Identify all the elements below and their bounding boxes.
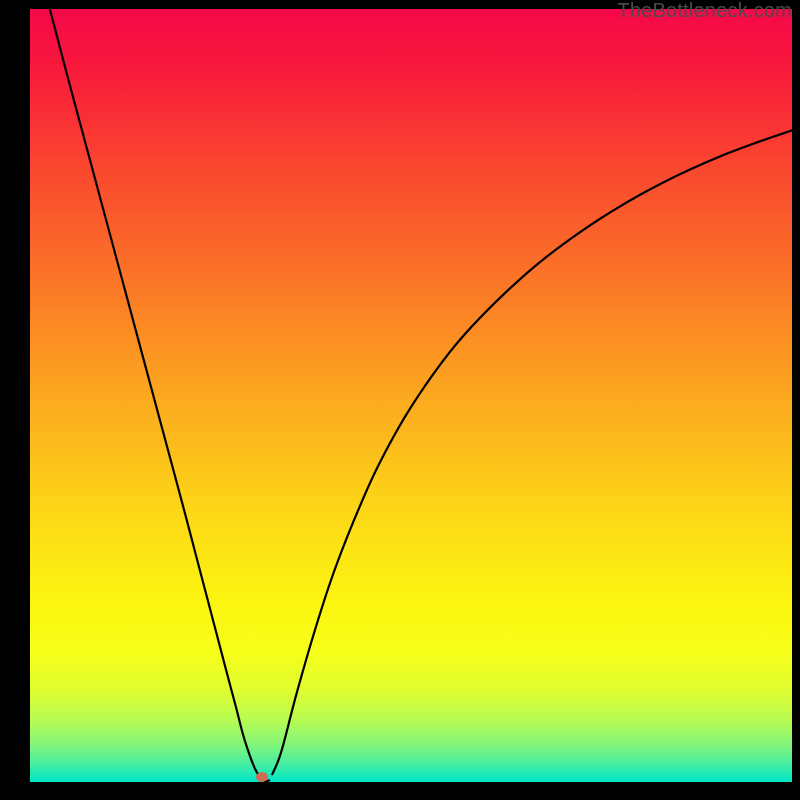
bottleneck-curve: [30, 9, 792, 782]
plot-area: [30, 9, 792, 782]
optimum-marker: [256, 772, 268, 782]
chart-frame: TheBottleneck.com: [0, 0, 800, 800]
watermark-text: TheBottleneck.com: [617, 0, 792, 23]
